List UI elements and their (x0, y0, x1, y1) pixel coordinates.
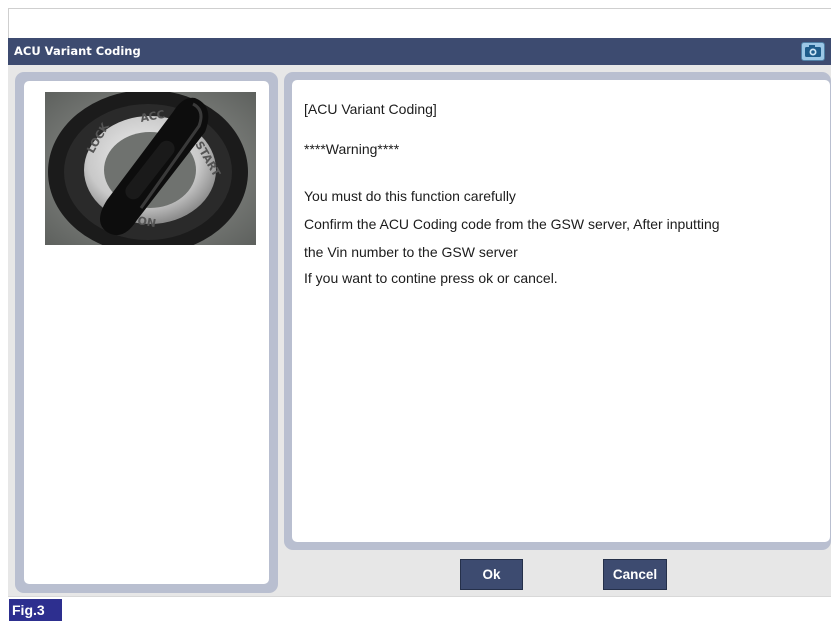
ignition-key-switch-photo: LOCK ACC START ON (45, 92, 256, 245)
divider (8, 596, 831, 597)
image-panel: LOCK ACC START ON (15, 72, 278, 593)
message-panel: [ACU Variant Coding] ****Warning**** You… (284, 72, 831, 550)
message-line: You must do this function carefully (304, 188, 516, 204)
message-line: Confirm the ACU Coding code from the GSW… (304, 216, 720, 232)
ok-button[interactable]: Ok (460, 559, 523, 590)
cancel-button[interactable]: Cancel (603, 559, 667, 590)
message-warning: ****Warning**** (304, 141, 400, 157)
camera-icon (805, 45, 821, 57)
message-box: [ACU Variant Coding] ****Warning**** You… (292, 80, 830, 542)
figure-label: Fig.3 (9, 599, 62, 621)
image-panel-inner: LOCK ACC START ON (24, 81, 269, 584)
window-frame-top (8, 8, 831, 38)
message-line: the Vin number to the GSW server (304, 244, 518, 260)
message-line: If you want to contine press ok or cance… (304, 270, 558, 286)
dialog-title-bar: ACU Variant Coding (8, 38, 831, 65)
camera-button[interactable] (801, 42, 825, 61)
message-title: [ACU Variant Coding] (304, 101, 437, 117)
dialog-title: ACU Variant Coding (14, 44, 141, 58)
dialog-body: LOCK ACC START ON [ACU Variant Coding] *… (8, 65, 831, 596)
